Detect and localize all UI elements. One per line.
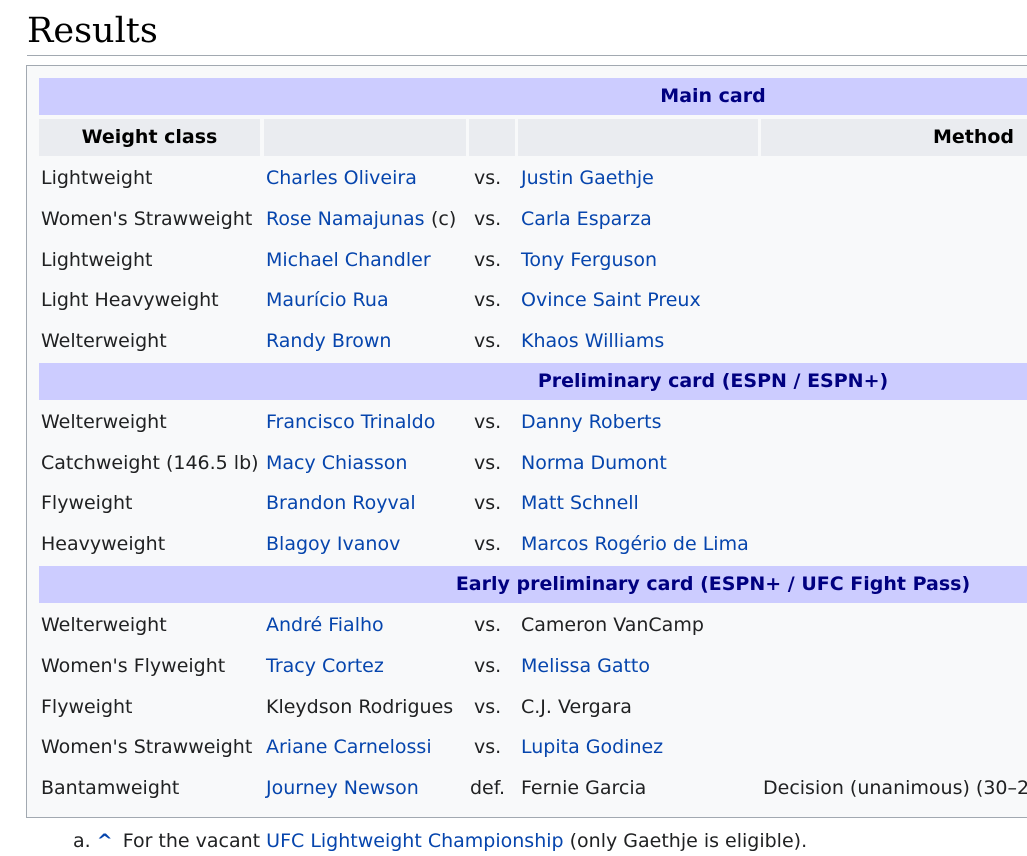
winner-name[interactable]: Journey Newson bbox=[266, 768, 419, 808]
loser-name[interactable]: Marcos Rogério de Lima bbox=[521, 524, 749, 564]
loser-name[interactable]: Matt Schnell bbox=[521, 483, 639, 523]
result-separator: vs. bbox=[474, 533, 502, 555]
footnote-marker: a. bbox=[73, 830, 91, 852]
champion-note: (c) bbox=[431, 208, 457, 230]
winner-name[interactable]: Blagoy Ivanov bbox=[266, 524, 400, 564]
loser-name[interactable]: Melissa Gatto bbox=[521, 646, 650, 686]
weight-class-cell: Bantamweight bbox=[41, 777, 180, 799]
column-header-method[interactable]: Method bbox=[761, 119, 1027, 156]
winner-name[interactable]: Maurício Rua bbox=[266, 280, 389, 320]
footnote-text-before: For the vacant bbox=[122, 830, 261, 852]
weight-class-cell: Catchweight (146.5 lb) bbox=[41, 452, 259, 474]
section-header-early-preliminary-card: Early preliminary card (ESPN+ / UFC Figh… bbox=[39, 566, 1027, 603]
footnote-text-after: (only Gaethje is eligible). bbox=[569, 830, 808, 852]
loser-name[interactable]: Khaos Williams bbox=[521, 321, 664, 361]
footnote: a. ^ For the vacant UFC Lightweight Cham… bbox=[73, 826, 807, 856]
result-separator: vs. bbox=[474, 655, 502, 677]
result-separator: vs. bbox=[474, 614, 502, 636]
weight-class-cell: Welterweight bbox=[41, 614, 167, 636]
result-separator: vs. bbox=[474, 492, 502, 514]
result-separator: vs. bbox=[474, 736, 502, 758]
loser-name[interactable]: Justin Gaethje bbox=[521, 158, 654, 198]
result-separator: vs. bbox=[474, 289, 502, 311]
weight-class-cell: Heavyweight bbox=[41, 533, 166, 555]
weight-class-cell: Light Heavyweight bbox=[41, 289, 219, 311]
loser-name[interactable]: Ovince Saint Preux bbox=[521, 280, 701, 320]
result-separator: vs. bbox=[474, 167, 502, 189]
footnote-backlink-icon[interactable]: ^ bbox=[97, 830, 113, 852]
method-cell: Decision (unanimous) (30–27 bbox=[763, 777, 1027, 799]
winner-name[interactable]: Randy Brown bbox=[266, 321, 391, 361]
winner-name[interactable]: Macy Chiasson bbox=[266, 443, 407, 483]
loser-name[interactable]: Lupita Godinez bbox=[521, 727, 663, 767]
result-separator: vs. bbox=[474, 249, 502, 271]
section-heading: Results bbox=[27, 11, 158, 51]
winner-name[interactable]: André Fialho bbox=[266, 605, 384, 645]
column-header-loser[interactable] bbox=[518, 119, 758, 156]
weight-class-cell: Welterweight bbox=[41, 330, 167, 352]
loser-name: Fernie Garcia bbox=[521, 777, 647, 799]
loser-name: C.J. Vergara bbox=[521, 696, 632, 718]
section-header-main-card: Main card bbox=[39, 78, 1027, 115]
result-separator: vs. bbox=[474, 411, 502, 433]
winner-name[interactable]: Tracy Cortez bbox=[266, 646, 384, 686]
section-title: Main card bbox=[660, 85, 766, 107]
section-title: Preliminary card (ESPN / ESPN+) bbox=[537, 370, 889, 392]
heading-divider bbox=[27, 55, 1027, 56]
result-separator: vs. bbox=[474, 696, 502, 718]
section-header-preliminary-card: Preliminary card (ESPN / ESPN+) bbox=[39, 363, 1027, 400]
winner-name[interactable]: Ariane Carnelossi bbox=[266, 727, 432, 767]
column-header-weight-class[interactable]: Weight class bbox=[39, 119, 260, 156]
weight-class-cell: Lightweight bbox=[41, 167, 153, 189]
weight-class-cell: Women's Flyweight bbox=[41, 655, 226, 677]
weight-class-cell: Women's Strawweight bbox=[41, 736, 253, 758]
result-separator: def. bbox=[470, 777, 506, 799]
winner-name[interactable]: Rose Namajunas bbox=[266, 199, 425, 239]
section-title: Early preliminary card (ESPN+ / UFC Figh… bbox=[455, 573, 971, 595]
weight-class-cell: Welterweight bbox=[41, 411, 167, 433]
weight-class-cell: Lightweight bbox=[41, 249, 153, 271]
weight-class-cell: Women's Strawweight bbox=[41, 208, 253, 230]
winner-name[interactable]: Charles Oliveira bbox=[266, 158, 417, 198]
winner-name[interactable]: Brandon Royval bbox=[266, 483, 416, 523]
loser-name[interactable]: Norma Dumont bbox=[521, 443, 667, 483]
loser-name[interactable]: Carla Esparza bbox=[521, 199, 652, 239]
result-separator: vs. bbox=[474, 330, 502, 352]
loser-name: Cameron VanCamp bbox=[521, 614, 704, 636]
column-header-separator[interactable] bbox=[469, 119, 515, 156]
winner-name: Kleydson Rodrigues bbox=[266, 696, 454, 718]
result-separator: vs. bbox=[474, 208, 502, 230]
result-separator: vs. bbox=[474, 452, 502, 474]
winner-name[interactable]: Michael Chandler bbox=[266, 240, 431, 280]
winner-name[interactable]: Francisco Trinaldo bbox=[266, 402, 435, 442]
loser-name[interactable]: Tony Ferguson bbox=[521, 240, 657, 280]
column-header-winner[interactable] bbox=[264, 119, 466, 156]
loser-name[interactable]: Danny Roberts bbox=[521, 402, 662, 442]
footnote-link[interactable]: UFC Lightweight Championship bbox=[266, 830, 563, 852]
weight-class-cell: Flyweight bbox=[41, 696, 133, 718]
weight-class-cell: Flyweight bbox=[41, 492, 133, 514]
